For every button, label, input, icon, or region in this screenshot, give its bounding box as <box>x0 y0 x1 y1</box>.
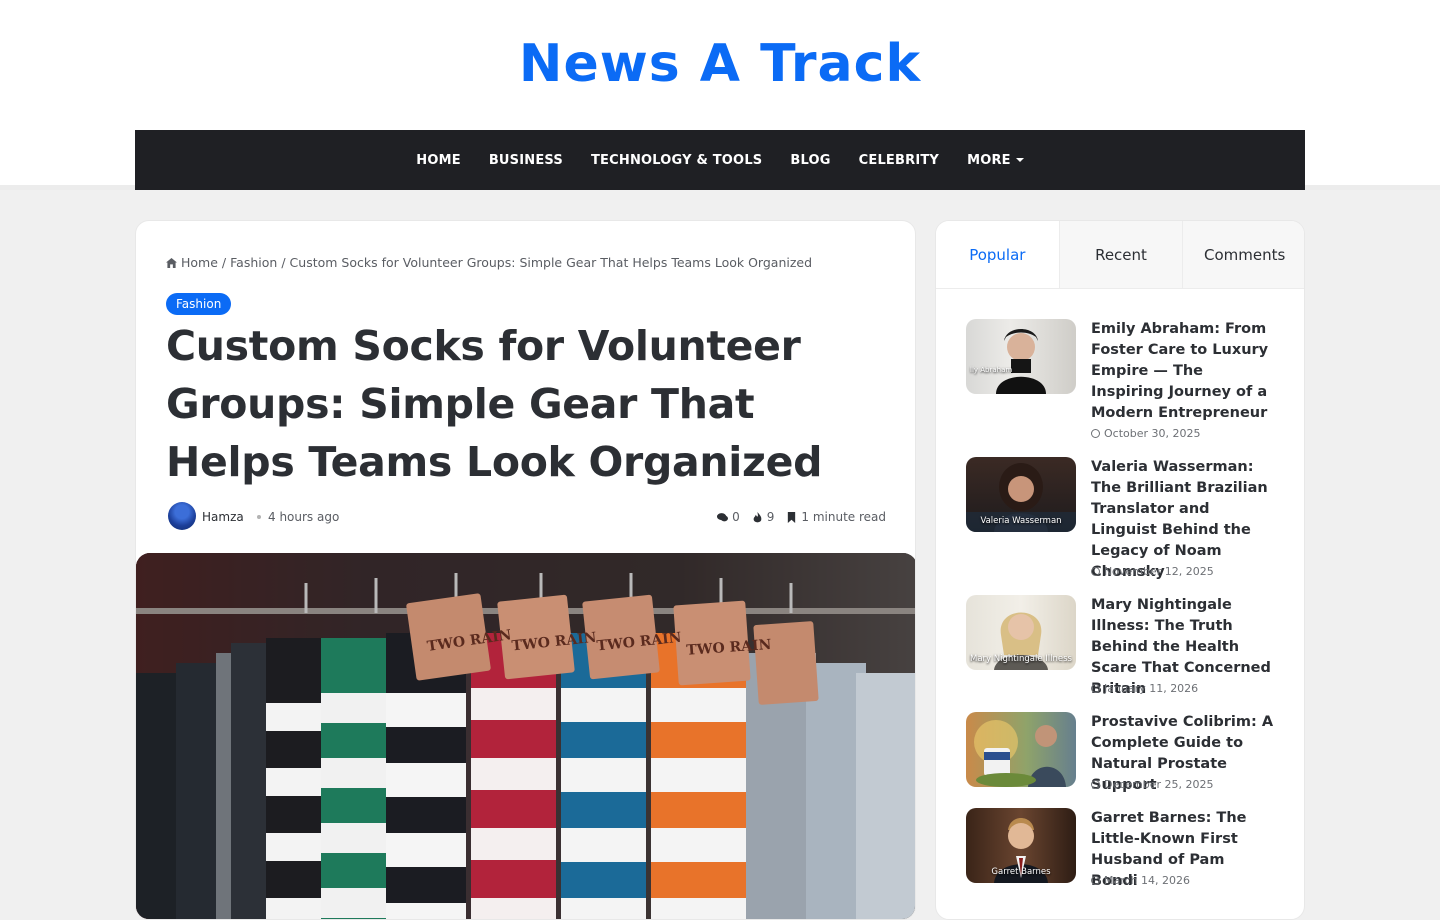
comments-value: 0 <box>732 510 740 524</box>
post-title[interactable]: Emily Abraham: From Foster Care to Luxur… <box>1091 319 1276 424</box>
article-card: Home / Fashion / Custom Socks for Volunteer … <box>135 220 916 920</box>
clock-icon <box>1091 429 1100 438</box>
sidebar-post: Valeria Wasserman Valeria Wasserman: The… <box>966 457 1276 587</box>
thumb-caption: Mary Nightingale Illness <box>970 654 1072 664</box>
comments-icon <box>717 512 729 521</box>
post-date-value: January 11, 2026 <box>1104 682 1199 695</box>
thumb-caption: Garret Barnes <box>991 867 1051 877</box>
tab-recent[interactable]: Recent <box>1058 221 1183 288</box>
nav-item-more-label: MORE <box>967 152 1011 168</box>
caret-down-icon <box>1015 158 1024 162</box>
site-logo[interactable]: News A Track <box>0 34 1440 94</box>
sidebar-widget: Popular Recent Comments lly Abraham Emil… <box>935 220 1305 920</box>
breadcrumb: Home / Fashion / Custom Socks for Volunteer … <box>166 255 812 270</box>
post-thumbnail[interactable]: lly Abraham <box>966 319 1076 394</box>
sidebar-post: Prostavive Colibrim: A Complete Guide to… <box>966 712 1276 802</box>
sidebar-tabs: Popular Recent Comments <box>936 221 1304 289</box>
sidebar-post: lly Abraham Emily Abraham: From Foster C… <box>966 319 1276 449</box>
bookmark-icon <box>788 511 796 523</box>
sidebar-post: Mary Nightingale Illness Mary Nightingal… <box>966 595 1276 705</box>
nav-item-business[interactable]: BUSINESS <box>475 153 577 168</box>
post-date: November 12, 2025 <box>1091 565 1214 578</box>
post-date-value: October 30, 2025 <box>1104 427 1201 440</box>
category-badge[interactable]: Fashion <box>166 293 232 315</box>
clock-icon <box>1091 567 1100 576</box>
nav-item-celebrity[interactable]: CELEBRITY <box>845 153 953 168</box>
comments-count[interactable]: 0 <box>717 510 740 524</box>
clock-icon <box>1091 780 1100 789</box>
article-hero-image: TWO RAIN TWO RAIN TWO RAIN TWO RAIN <box>136 553 915 919</box>
post-date: March 14, 2026 <box>1091 874 1190 887</box>
post-thumbnail[interactable]: Mary Nightingale Illness <box>966 595 1076 670</box>
author-avatar[interactable] <box>168 502 196 530</box>
article-title: Custom Socks for Volunteer Groups: Simpl… <box>166 322 823 486</box>
author-name[interactable]: Hamza <box>202 510 244 524</box>
main-nav: HOME BUSINESS TECHNOLOGY & TOOLS BLOG CE… <box>135 130 1305 190</box>
article-meta: Hamza 4 hours ago 0 9 1 minute read <box>166 502 886 532</box>
tab-popular[interactable]: Popular <box>936 221 1059 288</box>
post-thumbnail[interactable]: Valeria Wasserman <box>966 457 1076 532</box>
site-header: News A Track HOME BUSINESS TECHNOLOGY & … <box>0 0 1440 190</box>
post-date: December 25, 2025 <box>1091 778 1214 791</box>
breadcrumb-separator: / <box>281 255 286 270</box>
clock-icon <box>1091 876 1100 885</box>
post-date: October 30, 2025 <box>1091 427 1201 440</box>
sidebar-post: Garret Barnes Garret Barnes: The Little-… <box>966 808 1276 898</box>
breadcrumb-category[interactable]: Fashion <box>230 255 277 270</box>
breadcrumb-home[interactable]: Home <box>181 255 218 270</box>
nav-item-home[interactable]: HOME <box>402 153 475 168</box>
socks-photo: TWO RAIN TWO RAIN TWO RAIN TWO RAIN <box>136 553 915 919</box>
nav-item-technology-tools[interactable]: TECHNOLOGY & TOOLS <box>577 153 776 168</box>
post-thumbnail[interactable] <box>966 712 1076 787</box>
post-date-value: March 14, 2026 <box>1104 874 1191 887</box>
views-count: 9 <box>752 510 775 524</box>
thumb-caption: Valeria Wasserman <box>980 516 1062 526</box>
post-date-value: December 25, 2025 <box>1104 778 1214 791</box>
breadcrumb-separator: / <box>221 255 227 270</box>
views-value: 9 <box>766 510 775 524</box>
post-date-value: November 12, 2025 <box>1104 565 1214 578</box>
meta-stats: 0 9 1 minute read <box>717 510 886 524</box>
read-time-value: 1 minute read <box>801 510 886 524</box>
thumb-caption: lly Abraham <box>970 366 1013 374</box>
read-time: 1 minute read <box>786 510 886 524</box>
tab-comments[interactable]: Comments <box>1182 221 1304 288</box>
post-time: 4 hours ago <box>268 510 340 524</box>
fire-icon <box>753 511 762 522</box>
nav-item-more[interactable]: MORE <box>953 153 1038 168</box>
breadcrumb-current: Custom Socks for Volunteer Groups: Simpl… <box>289 255 813 270</box>
post-date: January 11, 2026 <box>1091 682 1198 695</box>
post-thumbnail[interactable]: Garret Barnes <box>966 808 1076 883</box>
meta-dot <box>257 515 261 519</box>
clock-icon <box>1091 684 1100 693</box>
home-icon <box>166 258 177 268</box>
nav-item-blog[interactable]: BLOG <box>776 153 844 168</box>
